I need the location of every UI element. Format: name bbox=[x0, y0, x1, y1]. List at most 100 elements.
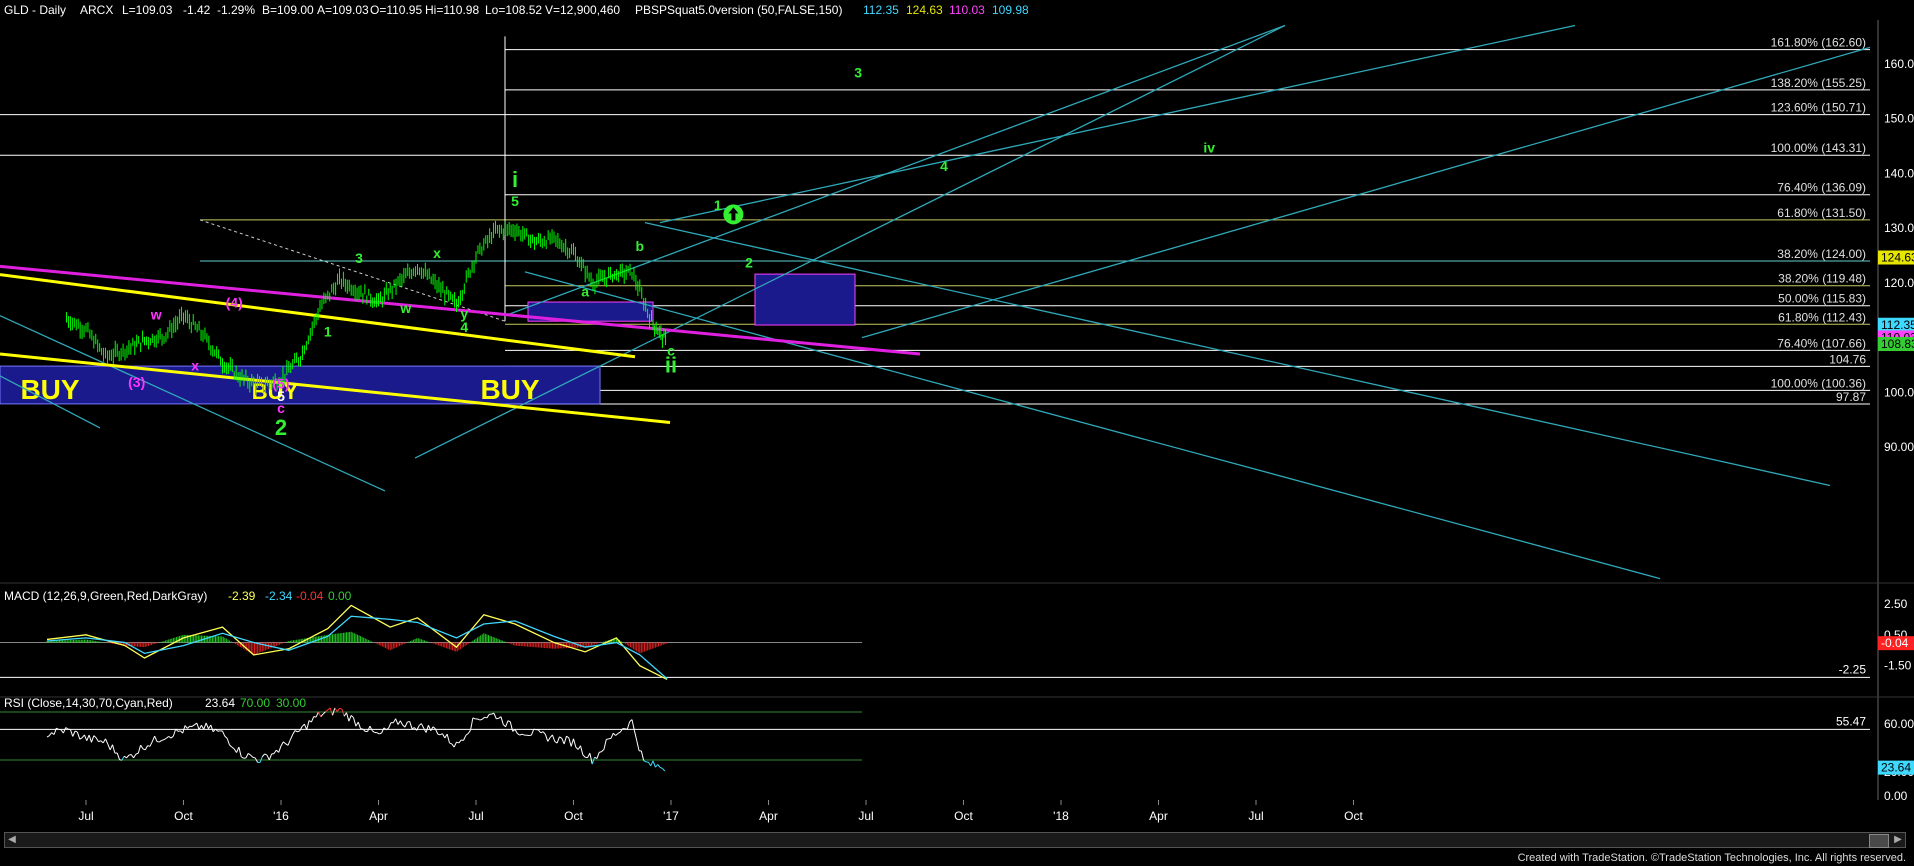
wave-label: c bbox=[277, 400, 285, 416]
rsi-y-tick: 60.00 bbox=[1884, 717, 1914, 731]
chart-scrollbar[interactable]: ◀ ▶ bbox=[4, 832, 1906, 848]
x-tick-label: Apr bbox=[1149, 809, 1168, 823]
macd-value: -0.04 bbox=[296, 589, 324, 603]
x-tick-label: Jul bbox=[468, 809, 483, 823]
footer-credit: Created with TradeStation. ©TradeStation… bbox=[1517, 852, 1906, 864]
wave-label: 4 bbox=[940, 158, 948, 174]
price-marker-label: 108.83 bbox=[1881, 337, 1914, 351]
rsi-value: 23.64 bbox=[205, 696, 235, 710]
rsi-y-tick: 0.00 bbox=[1884, 789, 1908, 803]
x-tick-label: '16 bbox=[273, 809, 289, 823]
indicator-value-4: 109.98 bbox=[992, 3, 1029, 17]
fib-level-label: 100.00% (100.36) bbox=[1771, 376, 1866, 390]
change-percent: -1.29% bbox=[217, 3, 255, 17]
x-tick-label: Oct bbox=[1344, 809, 1363, 823]
wave-label: a bbox=[581, 284, 589, 300]
fib-level-label: 61.80% (131.50) bbox=[1777, 206, 1866, 220]
rsi-line-segment bbox=[599, 751, 602, 753]
indicator-value-1: 112.35 bbox=[863, 3, 899, 17]
scroll-right-arrow-icon[interactable]: ▶ bbox=[1891, 833, 1905, 847]
fib-level-label: 50.00% (115.83) bbox=[1778, 292, 1866, 306]
indicator-name: PBSPSquat5.0version (50,FALSE,150) bbox=[635, 3, 842, 17]
y-tick-label: 90.00 bbox=[1884, 440, 1914, 454]
scroll-thumb[interactable] bbox=[1869, 834, 1889, 848]
y-tick-label: 140.00 bbox=[1884, 166, 1914, 180]
rsi-value: 70.00 bbox=[240, 696, 270, 710]
indicator-value-2: 124.63 bbox=[906, 3, 943, 17]
y-tick-label: 150.00 bbox=[1884, 112, 1914, 126]
x-tick-label: Jul bbox=[78, 809, 93, 823]
rsi-line-segment bbox=[437, 733, 441, 736]
low-value: Lo=108.52 bbox=[485, 3, 542, 17]
fib-level-label: 138.20% (155.25) bbox=[1771, 76, 1866, 90]
rsi-title: RSI (Close,14,30,70,Cyan,Red) bbox=[4, 696, 173, 710]
wave-label: w bbox=[150, 307, 162, 323]
y-tick-label: 120.00 bbox=[1884, 276, 1914, 290]
exchange-label: ARCX bbox=[80, 3, 113, 17]
rsi-line-segment bbox=[339, 707, 342, 710]
rsi-line-segment bbox=[177, 730, 181, 732]
x-tick-label: Oct bbox=[564, 809, 583, 823]
fib-level-label: 76.40% (107.66) bbox=[1777, 336, 1866, 350]
fib-level-label: 38.20% (124.00) bbox=[1777, 247, 1866, 261]
indicator-value-3: 110.03 bbox=[949, 3, 985, 17]
scroll-left-arrow-icon[interactable]: ◀ bbox=[5, 833, 19, 847]
symbol-title: GLD - Daily bbox=[4, 3, 66, 17]
macd-value: -2.34 bbox=[265, 589, 293, 603]
bid-value: B=109.00 bbox=[262, 3, 314, 17]
macd-y-tick: -1.50 bbox=[1884, 659, 1912, 673]
rsi-line-segment bbox=[156, 741, 160, 743]
fib-level-label: 76.40% (136.09) bbox=[1777, 181, 1866, 195]
volume-value: V=12,900,460 bbox=[545, 3, 620, 17]
x-tick-label: Oct bbox=[954, 809, 973, 823]
fib-level-label: 104.76 bbox=[1829, 352, 1866, 366]
high-value: Hi=110.98 bbox=[425, 3, 479, 17]
wave-label: i bbox=[512, 167, 518, 192]
fib-level-label: 161.80% (162.60) bbox=[1771, 36, 1866, 50]
wave-label: 5 bbox=[511, 193, 519, 209]
wave-label: 3 bbox=[854, 65, 862, 81]
wave-label: ii bbox=[665, 353, 677, 378]
ask-value: A=109.03 bbox=[317, 3, 369, 17]
macd-title: MACD (12,26,9,Green,Red,DarkGray) bbox=[4, 589, 207, 603]
fib-level-label: 97.87 bbox=[1836, 390, 1866, 404]
rsi-value: 30.00 bbox=[276, 696, 306, 710]
wave-label: 3 bbox=[355, 250, 363, 266]
y-tick-label: 100.00 bbox=[1884, 385, 1914, 399]
macd-marker-label: -0.04 bbox=[1881, 636, 1909, 650]
rsi-marker-label: 23.64 bbox=[1881, 761, 1911, 775]
macd-y-tick: 2.50 bbox=[1884, 597, 1908, 611]
x-tick-label: '18 bbox=[1053, 809, 1069, 823]
y-tick-label: 130.00 bbox=[1884, 221, 1914, 235]
price-marker-label: 124.63 bbox=[1881, 251, 1914, 265]
macd-value: 0.00 bbox=[328, 589, 352, 603]
buy-label: BUY bbox=[20, 374, 79, 405]
wave-label: x bbox=[433, 245, 441, 261]
wave-label: iv bbox=[1203, 140, 1215, 156]
change-value: -1.42 bbox=[183, 3, 211, 17]
fib-level-label: 38.20% (119.48) bbox=[1778, 272, 1866, 286]
wave-label: (4) bbox=[226, 295, 243, 311]
last-price: L=109.03 bbox=[122, 3, 173, 17]
x-tick-label: Jul bbox=[858, 809, 873, 823]
rsi-marker-label: 55.47 bbox=[1836, 714, 1866, 728]
chart-header: GLD - Daily ARCX L=109.03 -1.42 -1.29% B… bbox=[4, 3, 1029, 17]
x-tick-label: Apr bbox=[369, 809, 388, 823]
rsi-line-segment bbox=[606, 738, 609, 740]
macd-value: -2.39 bbox=[228, 589, 256, 603]
wave-label: 4 bbox=[460, 319, 468, 335]
wave-label: 1 bbox=[714, 197, 722, 213]
wave-label: 2 bbox=[745, 255, 753, 271]
wave-label: 2 bbox=[275, 415, 287, 440]
chart-canvas: GLD - Daily ARCX L=109.03 -1.42 -1.29% B… bbox=[0, 0, 1914, 866]
wave-label: b bbox=[636, 238, 645, 254]
x-tick-label: Oct bbox=[174, 809, 193, 823]
wave-label: w bbox=[399, 300, 411, 316]
x-tick-label: Jul bbox=[1248, 809, 1263, 823]
x-tick-label: '17 bbox=[663, 809, 679, 823]
rsi-line-segment bbox=[252, 756, 256, 759]
y-tick-label: 160.00 bbox=[1884, 57, 1914, 71]
fib-level-label: 61.80% (112.43) bbox=[1778, 310, 1866, 324]
x-tick-label: Apr bbox=[759, 809, 778, 823]
wave-label: x bbox=[191, 357, 199, 373]
